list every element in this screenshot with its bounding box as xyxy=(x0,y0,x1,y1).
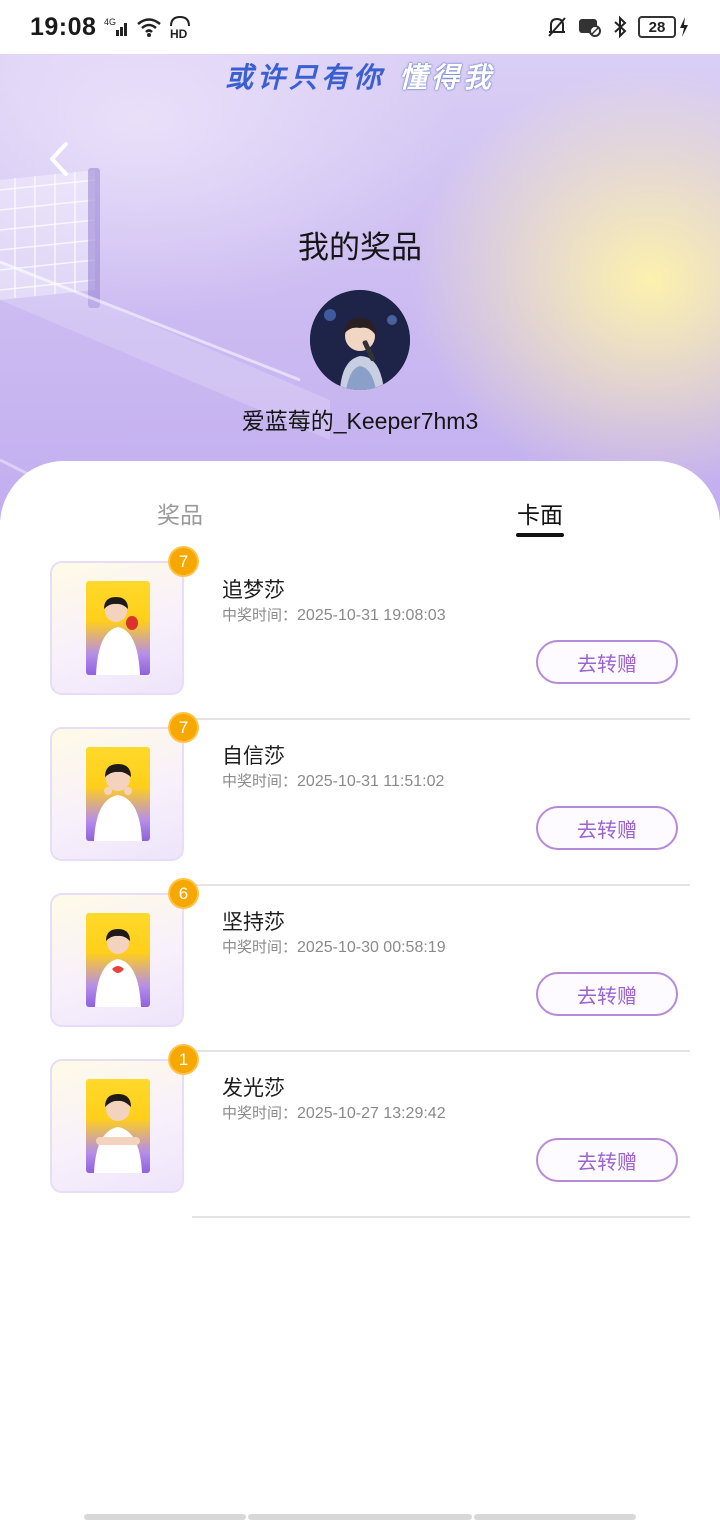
card-thumbnail[interactable]: 追梦莎 xyxy=(50,561,184,695)
banner-slogan-part1: 或许只有你 xyxy=(224,61,385,94)
mute-bell-icon xyxy=(548,17,566,37)
gesture-bar-segment xyxy=(248,1514,472,1520)
active-tab-indicator xyxy=(516,533,564,537)
player-portrait xyxy=(95,929,141,1007)
card-thumbnail[interactable]: 自信莎 xyxy=(50,727,184,861)
card-image: 发光莎 xyxy=(86,1079,150,1173)
status-time: 19:08 xyxy=(30,12,97,41)
prize-list: 追梦莎 7 追梦莎 中奖时间：2025-10-31 19:08:03 去转赠 自… xyxy=(0,548,720,1218)
list-item: 自信莎 7 自信莎 中奖时间：2025-10-31 11:51:02 去转赠 xyxy=(0,714,720,886)
item-time: 中奖时间：2025-10-30 00:58:19 xyxy=(222,936,446,957)
time-value: 2025-10-31 11:51:02 xyxy=(297,773,445,790)
cellular-signal-icon: 4G xyxy=(104,17,128,36)
user-avatar-image xyxy=(310,290,410,390)
wifi-icon xyxy=(137,18,162,37)
time-prefix: 中奖时间： xyxy=(222,1104,298,1122)
time-value: 2025-10-27 13:29:42 xyxy=(297,1105,446,1122)
banner-slogan-part2: 懂得我 xyxy=(399,61,496,94)
time-value: 2025-10-31 19:08:03 xyxy=(297,607,446,624)
list-item: 发光莎 1 发光莎 中奖时间：2025-10-27 13:29:42 去转赠 xyxy=(0,1046,720,1218)
bluetooth-icon xyxy=(614,15,627,39)
item-name: 追梦莎 xyxy=(222,578,285,602)
card-thumbnail[interactable]: 发光莎 xyxy=(50,1059,184,1193)
card-caption: 坚持莎 xyxy=(107,995,129,1003)
message-blocked-icon xyxy=(579,19,601,37)
player-portrait xyxy=(94,764,142,841)
card-image: 坚持莎 xyxy=(86,913,150,1007)
time-prefix: 中奖时间： xyxy=(222,606,298,624)
list-item: 坚持莎 6 坚持莎 中奖时间：2025-10-30 00:58:19 去转赠 xyxy=(0,880,720,1052)
chevron-left-icon xyxy=(50,142,68,176)
player-portrait xyxy=(96,597,140,675)
time-prefix: 中奖时间： xyxy=(222,938,298,956)
username: 爱蓝莓的_Keeper7hm3 xyxy=(241,408,479,434)
network-type-label: 4G xyxy=(104,17,116,27)
time-prefix: 中奖时间： xyxy=(222,772,298,790)
item-name: 发光莎 xyxy=(222,1076,285,1100)
transfer-gift-button[interactable]: 去转赠 xyxy=(536,1138,678,1182)
page-title: 我的奖品 xyxy=(298,230,422,266)
tab-prizes[interactable]: 奖品 xyxy=(150,496,210,530)
banner-slogan: 或许只有你 懂得我 xyxy=(0,56,720,96)
item-name: 坚持莎 xyxy=(222,910,285,934)
item-time: 中奖时间：2025-10-31 11:51:02 xyxy=(222,770,444,791)
gesture-bar-segment xyxy=(474,1514,636,1520)
count-badge: 1 xyxy=(170,1046,197,1073)
count-badge: 7 xyxy=(170,548,197,575)
tab-cards[interactable]: 卡面 xyxy=(510,496,570,530)
charging-icon xyxy=(680,17,688,37)
list-item: 追梦莎 7 追梦莎 中奖时间：2025-10-31 19:08:03 去转赠 xyxy=(0,548,720,720)
card-image: 追梦莎 xyxy=(86,581,150,675)
battery-level: 28 xyxy=(638,16,676,38)
count-badge: 6 xyxy=(170,880,197,907)
item-name: 自信莎 xyxy=(222,744,285,768)
hd-voice-icon: HD xyxy=(170,15,191,39)
card-caption: 发光莎 xyxy=(107,1161,129,1169)
card-caption: 自信莎 xyxy=(107,829,129,837)
transfer-gift-button[interactable]: 去转赠 xyxy=(536,640,678,684)
transfer-gift-button[interactable]: 去转赠 xyxy=(536,972,678,1016)
back-button[interactable] xyxy=(40,138,80,182)
avatar[interactable] xyxy=(310,290,410,390)
card-image: 自信莎 xyxy=(86,747,150,841)
item-time: 中奖时间：2025-10-27 13:29:42 xyxy=(222,1102,446,1123)
transfer-gift-button[interactable]: 去转赠 xyxy=(536,806,678,850)
player-portrait xyxy=(94,1094,142,1173)
battery-indicator: 28 xyxy=(638,16,690,38)
card-thumbnail[interactable]: 坚持莎 xyxy=(50,893,184,1027)
hd-label: HD xyxy=(170,27,188,39)
gesture-bar-segment xyxy=(84,1514,246,1520)
time-value: 2025-10-30 00:58:19 xyxy=(297,939,446,956)
item-time: 中奖时间：2025-10-31 19:08:03 xyxy=(222,604,446,625)
row-divider xyxy=(192,1216,690,1218)
card-caption: 追梦莎 xyxy=(107,663,129,671)
count-badge: 7 xyxy=(170,714,197,741)
status-bar: 19:08 4G HD 28 xyxy=(0,0,720,54)
